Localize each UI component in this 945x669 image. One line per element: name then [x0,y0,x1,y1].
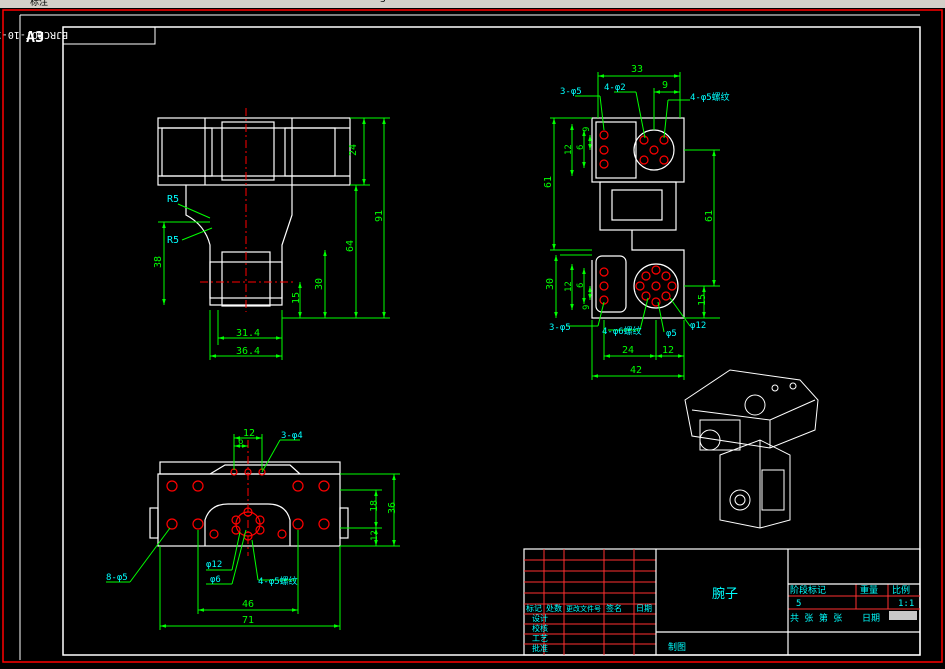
callout-4phi2: 4-φ2 [604,83,626,93]
callout-phi12: φ12 [690,321,706,331]
dim-33: 33 [631,64,643,75]
callout-3phi5-bottom: 3-φ5 [549,323,571,333]
tb-row-file: 更改文件号 [566,604,601,613]
title-block [523,548,921,656]
tb-sheets: 共 张 第 张 [790,612,842,624]
dim-12-side: 12 [662,345,674,356]
tb-scale: 比例 [892,584,910,596]
dim-71: 71 [242,615,254,626]
dim-9-a: 9 [582,127,592,132]
dim-9-b: 9 [582,305,592,310]
dim-12-b: 12 [564,281,574,292]
dim-18: 18 [369,500,380,512]
front-radius-top: R5 [167,194,179,205]
dim-6-bottom: 6 [238,437,243,447]
dim-91: 91 [374,210,385,222]
dim-64: 64 [345,240,356,252]
toolbar-fragment: 标注 [30,0,49,8]
callout-8phi5: 8-φ5 [106,573,128,583]
isometric-view [684,369,819,529]
cad-drawing: A3 BJRCBOT-10-12 R5 R5 [0,9,943,663]
tb-stage-mark: 阶段标记 [790,584,826,596]
dim-31-4: 31.4 [236,328,260,339]
tb-drafting: 制图 [668,641,686,653]
outer-border [2,9,943,663]
tb-process: 工艺 [532,634,548,643]
dim-15-side: 15 [697,294,708,306]
toolbar-fragment: 3 [380,0,386,5]
tb-row-date: 日期 [636,604,652,613]
callout-4phi5-top: 4-φ5螺纹 [690,91,730,103]
dim-42: 42 [630,365,642,376]
side-view [591,117,685,319]
tb-weight: 重量 [860,584,878,596]
dim-15: 15 [291,292,302,304]
callout-3phi4: 3-φ4 [281,431,303,441]
front-radius-bottom: R5 [167,235,179,246]
tb-scale-value: 1:1 [898,599,914,609]
callout-phi6: φ6 [210,575,221,585]
tb-check: 校核 [532,623,548,633]
dim-61-right: 61 [704,210,715,222]
dim-30: 30 [314,278,325,290]
tb-row-mark: 标记 [526,603,542,613]
dim-36: 36 [387,502,398,514]
callout-4phi5-bottom: 4-φ5螺纹 [258,575,298,587]
tb-row-count: 处数 [546,603,562,613]
tb-design: 设计 [532,613,548,623]
tb-date: 日期 [862,613,880,624]
dim-12-right: 12 [370,530,380,541]
drawing-canvas[interactable]: A3 BJRCBOT-10-12 R5 R5 [0,8,945,665]
tb-row-sign: 签名 [606,603,622,613]
dim-6-a: 6 [576,145,586,150]
drawing-code: BJRCBOT-10-12 [0,29,68,40]
dim-24: 24 [348,144,359,156]
input-cursor-box [889,611,917,620]
dim-9: 9 [662,80,668,91]
dim-12-a: 12 [564,144,574,155]
dim-24-side: 24 [622,345,634,356]
dim-61-left: 61 [543,176,554,188]
part-name: 腕子 [712,586,738,602]
callout-phi5: φ5 [666,329,677,339]
dim-6-b: 6 [576,283,586,288]
drawing-frame [62,26,921,656]
dim-46: 46 [242,599,254,610]
callout-3phi5-top: 3-φ5 [560,87,582,97]
dim-30-side: 30 [545,278,556,290]
callout-4phi6: 4-φ6螺纹 [602,325,642,337]
tb-approve: 批准 [532,643,548,653]
tb-qty: 5 [796,599,801,609]
dim-38: 38 [153,256,164,268]
dim-12-bottom: 12 [243,428,255,439]
dim-36-4: 36.4 [236,346,260,357]
callout-phi12: φ12 [206,560,222,570]
